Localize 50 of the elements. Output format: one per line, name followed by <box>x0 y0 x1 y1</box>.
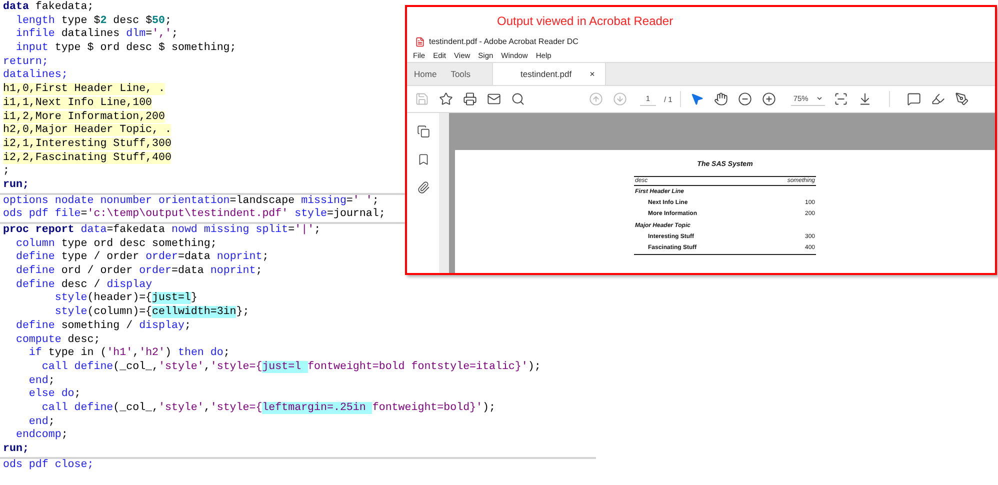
code-line: define desc / display <box>14 278 152 292</box>
zoom-out-icon[interactable] <box>737 91 754 107</box>
pages-icon[interactable] <box>415 123 431 139</box>
code-line: call define(_col_,'style','style={just=l fontweight=bold fontstyle=italic}'); <box>40 360 541 375</box>
code-line: return; <box>3 56 48 69</box>
pointer-icon[interactable] <box>689 91 706 107</box>
code-line: define something / display; <box>14 320 191 334</box>
code-line: call define(_col_,'style','style={leftmargin=.25in fontweight=bold}'); <box>40 402 496 416</box>
code-line: column type ord desc something; <box>14 238 217 251</box>
hand-icon[interactable] <box>713 91 730 107</box>
code-line: style(header)={just=l} <box>54 292 198 306</box>
zoom-in-icon[interactable] <box>761 91 778 107</box>
code-line: end; <box>28 416 55 429</box>
pen-icon[interactable] <box>954 91 970 107</box>
star-icon[interactable] <box>438 91 454 107</box>
code-line: options nodate nonumber orientation=landscape missing=' '; <box>3 194 379 208</box>
document-tab[interactable]: testindent.pdf × <box>492 63 606 85</box>
code-line: if type in ('h1','h2') then do; <box>28 347 230 361</box>
code-line: ods pdf close; <box>3 458 94 472</box>
pdf-file-icon <box>415 36 425 46</box>
code-line: ods pdf file='c:\temp\output\testindent.pdf' style=journal; <box>3 208 386 222</box>
fit-page-icon[interactable] <box>833 91 850 107</box>
code-line: infile datalines dlm=','; <box>14 28 178 42</box>
code-line: style(column)={cellwidth=3in}; <box>54 306 250 320</box>
code-line: run; <box>3 443 29 457</box>
code-line: end; <box>28 374 55 388</box>
code-line: else do; <box>28 388 81 402</box>
tab[interactable]: Home <box>407 63 444 85</box>
code-line: compute desc; <box>14 334 100 347</box>
code-line: ; <box>3 165 10 179</box>
code-line: length type $2 desc $50; <box>14 14 172 28</box>
caret-icon <box>816 95 824 102</box>
code-line: input type $ ord desc $ something; <box>14 42 236 56</box>
paperclip-icon[interactable] <box>415 179 431 195</box>
print-icon[interactable] <box>462 91 478 107</box>
window-title: testindent.pdf - Adobe Acrobat Reader DC <box>429 37 578 46</box>
mail-icon[interactable] <box>486 91 502 107</box>
callout-caption: Output viewed in Acrobat Reader <box>497 14 674 28</box>
code-line: endcomp; <box>14 429 68 443</box>
tab[interactable]: Tools <box>444 63 478 85</box>
search-icon[interactable] <box>510 91 526 107</box>
comment-icon[interactable] <box>906 91 922 107</box>
code-line: define type / order order=data noprint; <box>14 251 269 265</box>
close-button[interactable]: × <box>590 69 595 79</box>
code-line: datalines; <box>3 69 68 83</box>
code-line: data fakedata; <box>3 1 94 15</box>
code-line: define ord / order order=data noprint; <box>14 265 262 279</box>
code-line: run; <box>3 178 29 193</box>
highlighter-icon[interactable] <box>930 91 946 107</box>
code-line: proc report data=fakedata nowd missing split='|'; <box>3 224 321 238</box>
